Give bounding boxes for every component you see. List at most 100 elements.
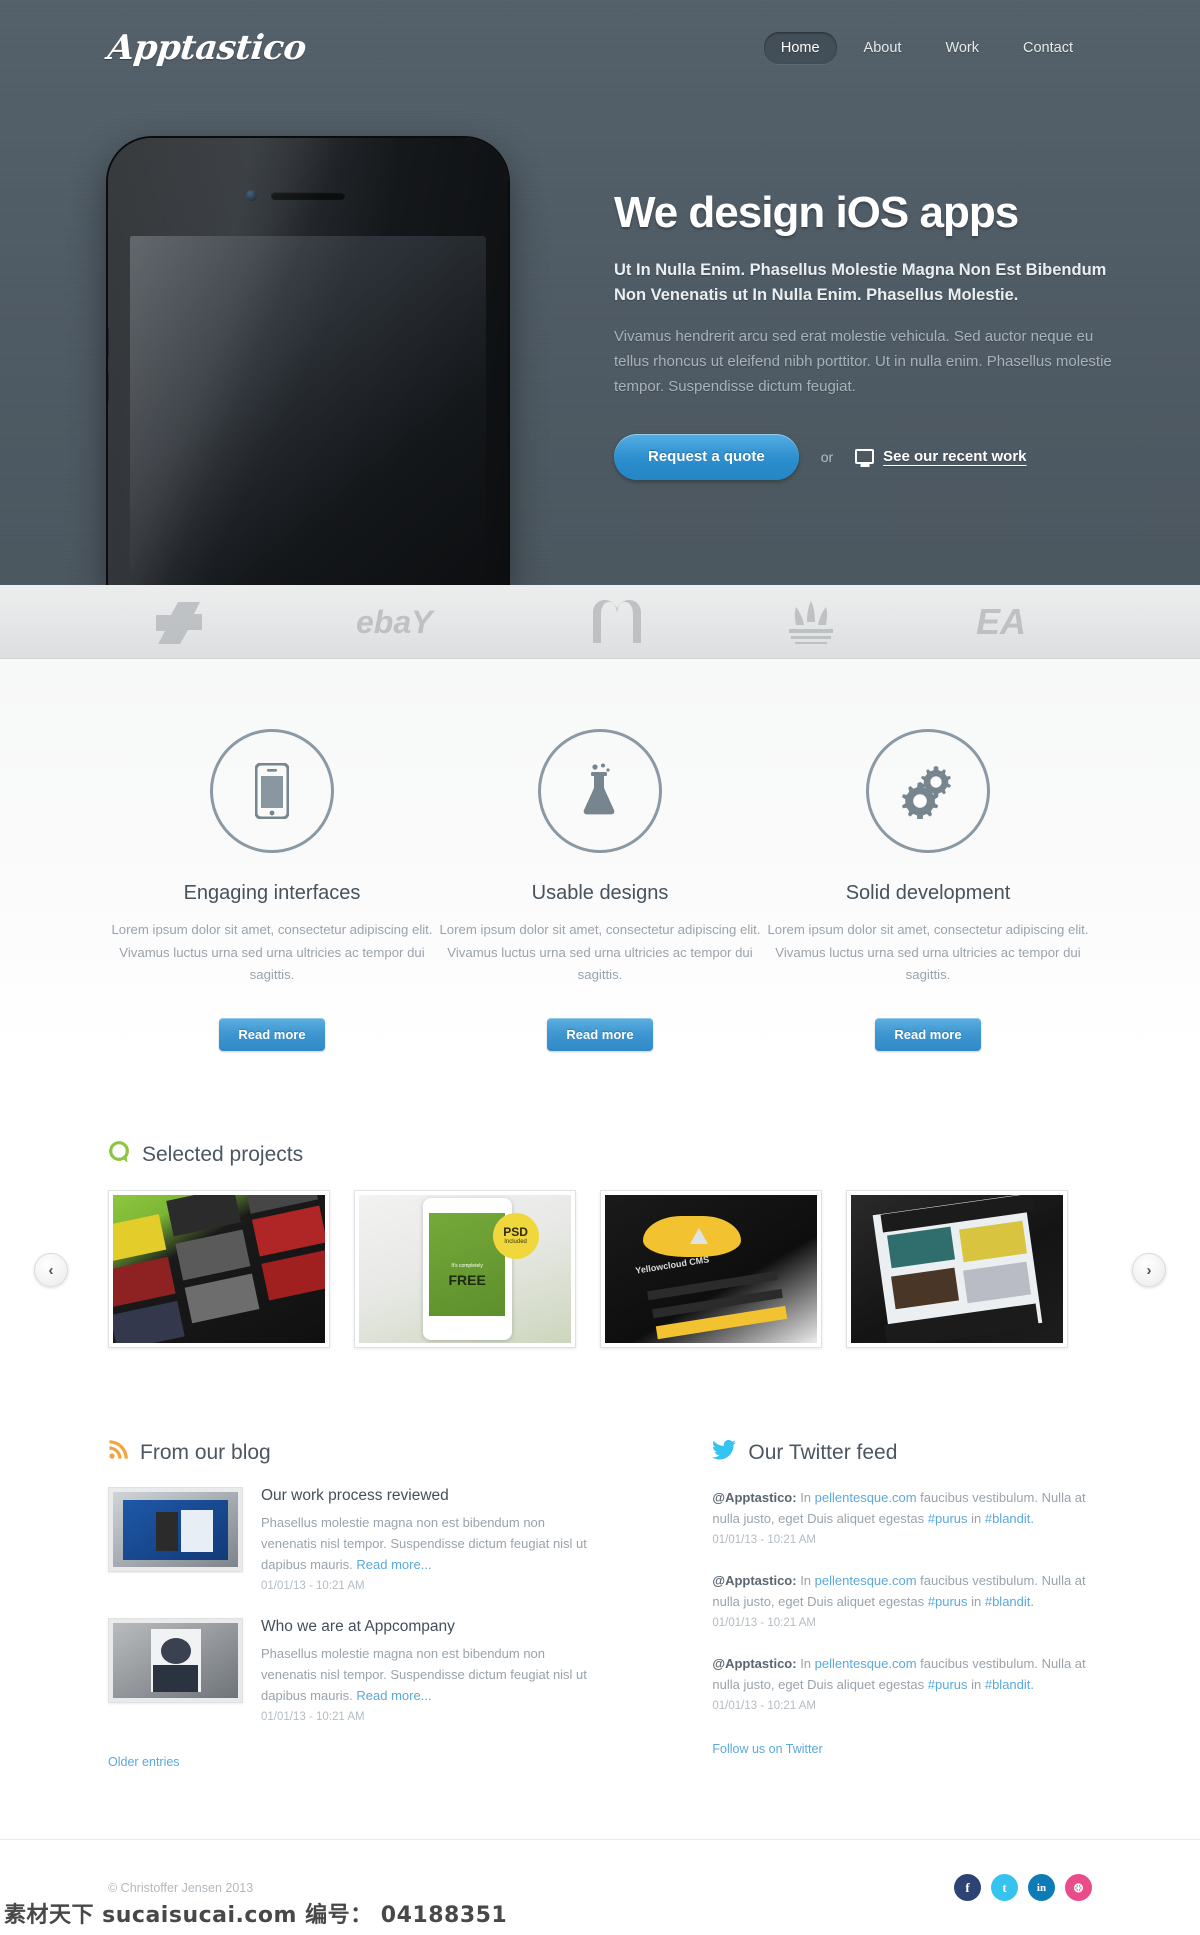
mcdonalds-logo[interactable] — [588, 599, 646, 645]
tweet-hashtag[interactable]: #blandit. — [985, 1511, 1034, 1526]
post-read-more-link[interactable]: Read more... — [356, 1557, 431, 1572]
nav-item-contact[interactable]: Contact — [1006, 32, 1090, 64]
blog-post[interactable]: Who we are at Appcompany Phasellus moles… — [108, 1618, 602, 1723]
or-separator: or — [820, 448, 834, 465]
dribbble-feed-app — [851, 1195, 1063, 1344]
blog-post[interactable]: Our work process reviewed Phasellus mole… — [108, 1487, 602, 1592]
project-card[interactable]: Yellowcloud CMS — [600, 1190, 822, 1349]
feature-usable-designs: Usable designs Lorem ipsum dolor sit ame… — [436, 729, 764, 1052]
tweet-date: 01/01/13 - 10:21 AM — [712, 1534, 816, 1547]
twitter-column: Our Twitter feed @Apptastico: In pellent… — [712, 1440, 1092, 1771]
post-title[interactable]: Our work process reviewed — [261, 1487, 602, 1505]
tweet-hashtag[interactable]: #blandit. — [985, 1594, 1034, 1609]
ea-logo[interactable]: EA — [976, 601, 1052, 643]
post-body: Who we are at Appcompany Phasellus moles… — [261, 1618, 602, 1723]
free-psd-mockup: It's completely FREE PSD Included — [359, 1195, 571, 1344]
phone-volume-up-button — [108, 328, 109, 358]
project-card[interactable] — [846, 1190, 1068, 1349]
iphone-mockup — [108, 138, 508, 585]
tweet-hashtag[interactable]: #purus — [928, 1511, 968, 1526]
read-more-button[interactable]: Read more — [547, 1018, 653, 1052]
copyright-text: © Christoffer Jensen 2013 — [108, 1880, 254, 1895]
project-card[interactable]: It's completely FREE PSD Included — [354, 1190, 576, 1349]
feature-text: Lorem ipsum dolor sit amet, consectetur … — [111, 922, 433, 983]
hero-lead: Ut In Nulla Enim. Phasellus Molestie Mag… — [614, 261, 1107, 304]
tweet-hashtag[interactable]: #purus — [928, 1677, 968, 1692]
phone-screen — [130, 236, 486, 585]
tweet-text: @Apptastico: In pellentesque.com faucibu… — [712, 1570, 1092, 1612]
page-root: Apptastico Home About Work Contact We de… — [0, 0, 1200, 1935]
post-text: Phasellus molestie magna non est bibendu… — [261, 1512, 602, 1575]
post-read-more-link[interactable]: Read more... — [356, 1688, 431, 1703]
hero-body: Vivamus hendrerit arcu sed erat molestie… — [614, 328, 1112, 395]
feature-text: Lorem ipsum dolor sit amet, consectetur … — [767, 922, 1089, 983]
nav-item-about[interactable]: About — [847, 32, 919, 64]
lower-section: From our blog Our work process reviewed … — [0, 1440, 1200, 1771]
tweet-user[interactable]: @Apptastico: — [712, 1656, 796, 1671]
tweet-text: @Apptastico: In pellentesque.com faucibu… — [712, 1487, 1092, 1529]
carousel-prev-button[interactable]: ‹ — [34, 1253, 68, 1288]
tweet-item[interactable]: @Apptastico: In pellentesque.com faucibu… — [712, 1653, 1092, 1712]
tweet-date: 01/01/13 - 10:21 AM — [712, 1617, 816, 1630]
twitter-header: Our Twitter feed — [712, 1440, 1092, 1465]
hero-copy: We design iOS apps Ut In Nulla Enim. Pha… — [614, 189, 1114, 480]
see-recent-work-label: See our recent work — [883, 448, 1027, 466]
read-more-button[interactable]: Read more — [875, 1018, 981, 1052]
client-logo-strip: ebaY EA — [0, 585, 1200, 659]
watermark-text: 素材天下 sucaisucai.com 编号： 04188351 — [4, 1903, 508, 1928]
feature-solid-development: Solid development Lorem ipsum dolor sit … — [764, 729, 1092, 1052]
rss-icon — [108, 1440, 128, 1465]
feature-engaging-interfaces: Engaging interfaces Lorem ipsum dolor si… — [108, 729, 436, 1052]
nav-item-work[interactable]: Work — [928, 32, 996, 64]
adidas-logo[interactable] — [782, 599, 840, 645]
feature-title: Solid development — [845, 882, 1011, 904]
ebay-logo[interactable]: ebaY — [356, 602, 452, 642]
carousel-next-button[interactable]: › — [1132, 1253, 1166, 1288]
hero-section: Apptastico Home About Work Contact We de… — [0, 0, 1200, 585]
tweet-item[interactable]: @Apptastico: In pellentesque.com faucibu… — [712, 1570, 1092, 1629]
follow-twitter-link[interactable]: Follow us on Twitter — [712, 1742, 822, 1756]
tweet-link[interactable]: pellentesque.com — [815, 1656, 917, 1671]
phone-volume-down-button — [108, 372, 109, 402]
site-logo[interactable]: Apptastico — [106, 28, 308, 68]
tweet-hashtag[interactable]: #blandit. — [985, 1677, 1034, 1692]
post-title[interactable]: Who we are at Appcompany — [261, 1618, 602, 1636]
tweet-part: In — [796, 1490, 815, 1506]
twitter-bird-icon — [712, 1440, 737, 1465]
features-section: Engaging interfaces Lorem ipsum dolor si… — [0, 659, 1200, 1052]
phone-camera-icon — [246, 190, 257, 201]
svg-text:ebaY: ebaY — [356, 604, 435, 640]
blog-column: From our blog Our work process reviewed … — [108, 1440, 602, 1771]
post-date: 01/01/13 - 10:21 AM — [261, 1580, 365, 1593]
tweet-user[interactable]: @Apptastico: — [712, 1490, 796, 1505]
projects-carousel: It's completely FREE PSD Included Yellow… — [108, 1190, 1092, 1349]
nav-item-home[interactable]: Home — [763, 32, 837, 64]
feature-text: Lorem ipsum dolor sit amet, consectetur … — [439, 922, 761, 983]
yellowcloud-cms-app: Yellowcloud CMS — [605, 1195, 817, 1344]
deviantart-logo[interactable] — [148, 600, 220, 644]
svg-text:EA: EA — [976, 601, 1026, 642]
post-body: Our work process reviewed Phasellus mole… — [261, 1487, 602, 1592]
older-entries-link[interactable]: Older entries — [108, 1755, 180, 1769]
projects-section: Selected projects It's completely FREE P… — [0, 1141, 1200, 1349]
mobile-phone-icon — [210, 729, 334, 853]
post-text: Phasellus molestie magna non est bibendu… — [261, 1643, 602, 1706]
feature-title: Usable designs — [531, 882, 669, 904]
tweet-link[interactable]: pellentesque.com — [815, 1490, 917, 1505]
tweet-link[interactable]: pellentesque.com — [815, 1573, 917, 1588]
tweet-user[interactable]: @Apptastico: — [712, 1573, 796, 1588]
tweet-text: @Apptastico: In pellentesque.com faucibu… — [712, 1653, 1092, 1695]
project-card[interactable] — [108, 1190, 330, 1349]
tweet-hashtag[interactable]: #purus — [928, 1594, 968, 1609]
read-more-button[interactable]: Read more — [219, 1018, 325, 1052]
music-app-screenshot — [113, 1195, 325, 1344]
projects-title: Selected projects — [142, 1142, 304, 1166]
see-recent-work-link[interactable]: See our recent work — [855, 448, 1027, 466]
phone-speaker-icon — [271, 192, 345, 200]
tweet-part: In — [796, 1656, 815, 1672]
tweet-date: 01/01/13 - 10:21 AM — [712, 1700, 816, 1713]
request-quote-button[interactable]: Request a quote — [614, 433, 799, 480]
monitor-icon — [855, 449, 875, 465]
feature-title: Engaging interfaces — [183, 882, 361, 904]
tweet-item[interactable]: @Apptastico: In pellentesque.com faucibu… — [712, 1487, 1092, 1546]
